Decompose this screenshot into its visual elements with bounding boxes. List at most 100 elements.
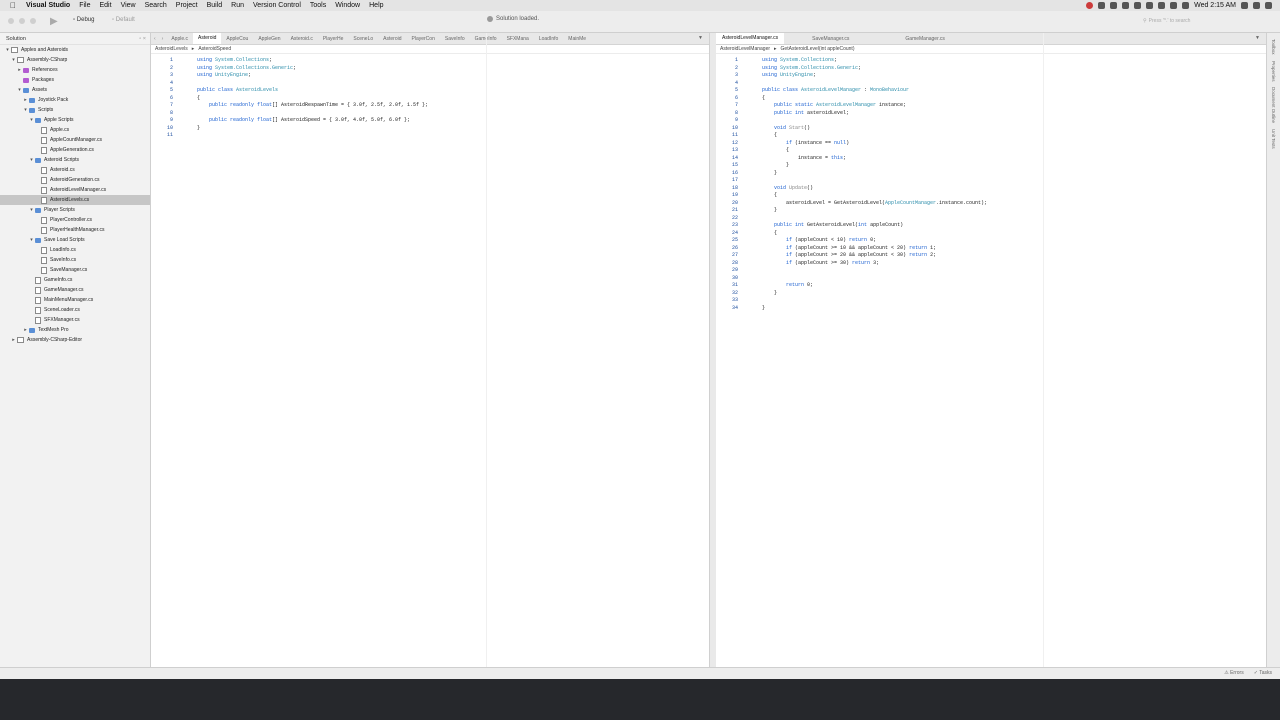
left-code-area[interactable]: 1 using System.Collections; 2 using System.… [151,54,709,140]
line-number[interactable]: 1 [151,57,197,65]
line-number[interactable]: 22 [716,215,762,223]
tree-item[interactable]: SaveManager.cs [0,265,150,275]
line-number[interactable]: 15 [716,162,762,170]
tab-forward-icon[interactable]: › [159,36,167,42]
line-number[interactable]: 26 [716,245,762,253]
user-icon[interactable] [1253,2,1260,9]
tree-item[interactable]: ▾ Player Scripts [0,205,150,215]
toolbox-pad-tab[interactable]: Toolbox [1271,39,1276,55]
disclosure-triangle-icon[interactable]: ▾ [10,57,17,63]
line-number[interactable]: 5 [151,87,197,95]
line-number[interactable]: 30 [716,275,762,283]
close-window-button[interactable] [8,18,14,24]
bluetooth-icon[interactable] [1122,2,1130,9]
control-center-icon[interactable] [1265,2,1272,9]
tree-item[interactable]: ▾ Save Load Scripts [0,235,150,245]
line-number[interactable]: 9 [151,117,197,125]
tree-item[interactable]: ▾ Apples and Asteroids [0,45,150,55]
line-number[interactable]: 18 [716,185,762,193]
tree-item[interactable]: Packages [0,75,150,85]
line-number[interactable]: 3 [151,72,197,80]
line-number[interactable]: 3 [716,72,762,80]
line-number[interactable]: 8 [716,110,762,118]
tree-item[interactable]: AsteroidLevels.cs [0,195,150,205]
menu-app-name[interactable]: Visual Studio [26,2,70,9]
menu-tools[interactable]: Tools [310,2,326,9]
line-number[interactable]: 4 [716,80,762,88]
line-number[interactable]: 24 [716,230,762,238]
tree-item[interactable]: ▸ References [0,65,150,75]
menu-window[interactable]: Window [335,2,360,9]
extension-icon[interactable] [1098,2,1106,9]
line-number[interactable]: 10 [716,125,762,133]
line-number[interactable]: 4 [151,80,197,88]
line-number[interactable]: 8 [151,110,197,118]
editor-tab[interactable]: MainMe [563,36,591,42]
tree-item[interactable]: ▾ Scripts [0,105,150,115]
editor-tab[interactable]: AppleCou [221,36,253,42]
tree-item[interactable]: MainMenuManager.cs [0,295,150,305]
editor-tab[interactable]: Asteroid [193,33,222,44]
disclosure-triangle-icon[interactable]: ▸ [16,67,23,73]
target-selector[interactable]: ▫ Default [112,17,135,23]
tree-item[interactable]: ▾ Apple Scripts [0,115,150,125]
line-number[interactable]: 33 [716,297,762,305]
global-search[interactable]: ⚲ Press '^.' to search [1143,16,1267,25]
tree-item[interactable]: Asteroid.cs [0,165,150,175]
menu-file[interactable]: File [79,2,90,9]
tree-item[interactable]: AppleGeneration.cs [0,145,150,155]
properties-pad-tab[interactable]: Properties [1271,61,1276,82]
record-icon[interactable] [1086,2,1094,9]
line-number[interactable]: 16 [716,170,762,178]
editor-tab[interactable]: SFXMana [502,36,534,42]
volume-icon[interactable] [1134,2,1142,9]
line-number[interactable]: 6 [716,95,762,103]
line-number[interactable]: 29 [716,267,762,275]
editor-tab[interactable]: SaveManager.cs [784,36,877,42]
line-number[interactable]: 10 [151,125,197,133]
display-icon[interactable] [1146,2,1154,9]
disclosure-triangle-icon[interactable]: ▸ [22,97,29,103]
editor-tab[interactable]: PlayerCon [407,36,440,42]
disclosure-triangle-icon[interactable]: ▾ [28,157,35,163]
line-number[interactable]: 6 [151,95,197,103]
menu-version-control[interactable]: Version Control [253,2,301,9]
tree-item[interactable]: AppleCountManager.cs [0,135,150,145]
tree-item[interactable]: SceneLoader.cs [0,305,150,315]
menu-search[interactable]: Search [145,2,167,9]
tree-item[interactable]: AsteroidGeneration.cs [0,175,150,185]
disclosure-triangle-icon[interactable]: ▾ [16,87,23,93]
line-number[interactable]: 34 [716,305,762,313]
right-tab-dropdown-icon[interactable]: ▼ [1255,35,1260,41]
tree-item[interactable]: GameInfo.cs [0,275,150,285]
line-number[interactable]: 28 [716,260,762,268]
disclosure-triangle-icon[interactable]: ▾ [22,107,29,113]
breadcrumb-class[interactable]: AsteroidLevelManager [720,46,770,52]
line-number[interactable]: 13 [716,147,762,155]
tree-item[interactable]: ▸ TextMesh Pro [0,325,150,335]
disclosure-triangle-icon[interactable]: ▾ [28,117,35,123]
wifi-icon[interactable] [1170,2,1178,9]
tree-item[interactable]: GameManager.cs [0,285,150,295]
editor-tab[interactable]: Asteroid [378,36,406,42]
menu-edit[interactable]: Edit [100,2,112,9]
line-number[interactable]: 23 [716,222,762,230]
line-number[interactable]: 31 [716,282,762,290]
tree-item[interactable]: ▾ Assembly-CSharp [0,55,150,65]
editor-tab[interactable]: LoadInfo [534,36,563,42]
line-number[interactable]: 27 [716,252,762,260]
line-number[interactable]: 32 [716,290,762,298]
line-number[interactable]: 7 [151,102,197,110]
tab-dropdown-icon[interactable]: ▼ [698,35,703,41]
line-number[interactable]: 5 [716,87,762,95]
line-number[interactable]: 25 [716,237,762,245]
disclosure-triangle-icon[interactable]: ▾ [28,237,35,243]
editor-tab[interactable]: PlayerHe [318,36,349,42]
tree-item[interactable]: AsteroidLevelManager.cs [0,185,150,195]
tree-item[interactable]: LoadInfo.cs [0,245,150,255]
document-outline-pad-tab[interactable]: Document Outline [1271,87,1276,123]
pad-controls-icon[interactable]: ▫ × [139,36,150,42]
flag-icon[interactable] [1182,2,1190,9]
disclosure-triangle-icon[interactable]: ▸ [10,337,17,343]
zoom-window-button[interactable] [30,18,36,24]
